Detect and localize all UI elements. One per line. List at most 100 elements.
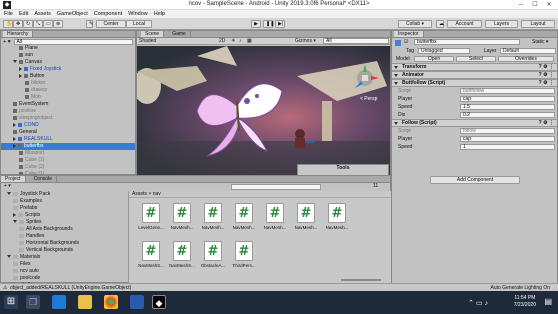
- property-value-field[interactable]: 0.2: [460, 112, 555, 118]
- folder-item[interactable]: Joystick Pack: [1, 191, 128, 198]
- asset-item[interactable]: # ObstacleA...: [199, 241, 227, 279]
- tab-console[interactable]: Console: [29, 176, 57, 182]
- icon-size-slider[interactable]: [341, 279, 381, 281]
- scene-search-input[interactable]: All: [323, 38, 389, 44]
- component-header[interactable]: Transform ? ⚙ ⋮: [392, 63, 557, 71]
- asset-item[interactable]: # NavMesh...: [168, 203, 196, 241]
- asset-item[interactable]: # NavMesh...: [261, 203, 289, 241]
- add-component-button[interactable]: Add Component: [430, 176, 520, 184]
- collapsed-arrow-icon[interactable]: [19, 66, 22, 71]
- inspector-tab[interactable]: Inspector: [394, 31, 424, 37]
- asset-item[interactable]: # NavMeshS...: [137, 241, 165, 279]
- menu-window[interactable]: Window: [128, 10, 148, 18]
- layout-button[interactable]: Layout: [521, 20, 555, 28]
- folder-item[interactable]: Scripts: [1, 212, 128, 219]
- system-tray-icons[interactable]: ⌃ ▭ ♪: [468, 299, 488, 307]
- component-fold-icon[interactable]: [394, 122, 398, 125]
- menu-assets[interactable]: Assets: [34, 10, 51, 18]
- property-value-field[interactable]: 1: [460, 144, 555, 150]
- chrome-icon[interactable]: [104, 295, 118, 309]
- menu-file[interactable]: File: [4, 10, 13, 18]
- menu-component[interactable]: Component: [94, 10, 122, 18]
- folder-item[interactable]: Horizontal Backgrounds: [1, 240, 128, 247]
- project-search-input[interactable]: [231, 184, 321, 190]
- folder-item[interactable]: Sprites: [1, 219, 128, 226]
- asset-item[interactable]: # NavMeshS...: [168, 241, 196, 279]
- component-fold-icon[interactable]: [394, 74, 398, 77]
- static-dropdown[interactable]: Static ▾: [532, 38, 548, 47]
- overrides-button[interactable]: Overrides: [498, 56, 554, 62]
- hand-tool-button[interactable]: ✋: [3, 20, 13, 28]
- asset-item[interactable]: # ThirdPers...: [230, 241, 258, 279]
- menu-gameobject[interactable]: GameObject: [57, 10, 88, 18]
- folder-item[interactable]: Files: [1, 261, 128, 268]
- hierarchy-item[interactable]: Plane: [1, 45, 135, 52]
- tag-dropdown[interactable]: Untagged: [418, 48, 470, 54]
- layers-button[interactable]: Layers: [485, 20, 518, 28]
- rect-tool-button[interactable]: ▭: [43, 20, 53, 28]
- pause-button[interactable]: ❚❚: [263, 20, 274, 28]
- object-name-input[interactable]: butterfbx: [414, 39, 520, 45]
- hierarchy-item[interactable]: positive: [1, 108, 135, 115]
- lighting-toggle-icon[interactable]: ☀: [231, 38, 235, 45]
- collab-button[interactable]: Collab ▾: [398, 20, 432, 28]
- expanded-arrow-icon[interactable]: [13, 60, 17, 64]
- hierarchy-tab[interactable]: Hierarchy: [3, 31, 34, 37]
- folder-arrow-icon[interactable]: [7, 255, 11, 259]
- hierarchy-item[interactable]: General: [1, 129, 135, 136]
- folder-arrow-icon[interactable]: [13, 212, 16, 217]
- hierarchy-item[interactable]: COND: [1, 122, 135, 129]
- component-settings-icon[interactable]: ? ⚙ ⋮: [539, 80, 554, 87]
- component-header[interactable]: Follow (Script) ? ⚙ ⋮: [392, 119, 557, 127]
- play-button[interactable]: ▶: [251, 20, 261, 28]
- folder-arrow-icon[interactable]: [13, 220, 17, 224]
- component-settings-icon[interactable]: ? ⚙ ⋮: [539, 64, 554, 71]
- folder-item[interactable]: All Axis Backgrounds: [1, 226, 128, 233]
- hierarchy-item[interactable]: Cube (2): [1, 164, 135, 171]
- clock[interactable]: 11:54 PM 7/23/2020: [514, 295, 536, 309]
- hierarchy-item[interactable]: Mlasport: [1, 150, 135, 157]
- asset-item[interactable]: # NavMesh...: [292, 203, 320, 241]
- pivot-center-button[interactable]: Center: [96, 20, 126, 28]
- hierarchy-item[interactable]: Button: [1, 73, 135, 80]
- property-value-field[interactable]: cap: [460, 136, 555, 142]
- component-settings-icon[interactable]: ? ⚙ ⋮: [539, 120, 554, 127]
- effects-toggle-icon[interactable]: ▦: [247, 38, 252, 45]
- folder-item[interactable]: Handles: [1, 233, 128, 240]
- component-header[interactable]: Buttfollow (Script) ? ⚙ ⋮: [392, 79, 557, 87]
- folder-item[interactable]: poolcode: [1, 275, 128, 282]
- collapsed-arrow-icon[interactable]: [13, 122, 16, 127]
- hierarchy-item[interactable]: sun: [1, 52, 135, 59]
- maximize-button[interactable]: ☐: [528, 0, 542, 10]
- perspective-label[interactable]: < Persp: [360, 96, 377, 102]
- menu-help[interactable]: Help: [154, 10, 165, 18]
- hierarchy-item[interactable]: butterfbx: [1, 143, 135, 150]
- layer-dropdown[interactable]: Default: [500, 48, 556, 54]
- create-dropdown[interactable]: + ▾: [3, 39, 11, 45]
- folder-item[interactable]: Materials: [1, 254, 128, 261]
- hierarchy-item[interactable]: blicker: [1, 80, 135, 87]
- asset-item[interactable]: # NavMesh...: [323, 203, 351, 241]
- tab-scene[interactable]: Scene: [141, 31, 165, 37]
- component-settings-icon[interactable]: ? ⚙ ⋮: [539, 72, 554, 79]
- component-fold-icon[interactable]: [394, 82, 398, 85]
- folder-item[interactable]: Vertical Backgrounds: [1, 247, 128, 254]
- folder-item[interactable]: Examples: [1, 198, 128, 205]
- file-explorer-icon[interactable]: [78, 295, 92, 309]
- asset-item[interactable]: # NavMesh...: [230, 203, 258, 241]
- scale-tool-button[interactable]: ⤡: [33, 20, 43, 28]
- asset-breadcrumb[interactable]: Assets > nav: [129, 191, 391, 198]
- collapsed-arrow-icon[interactable]: [13, 136, 16, 141]
- hierarchy-item[interactable]: drawcp: [1, 87, 135, 94]
- hierarchy-item[interactable]: Fixed Joystick: [1, 66, 135, 73]
- collapsed-arrow-icon[interactable]: [13, 143, 16, 148]
- gizmos-dropdown[interactable]: Gizmos ▾: [295, 38, 316, 45]
- 2d-toggle[interactable]: 2D: [219, 38, 225, 45]
- tab-project[interactable]: Project: [1, 176, 26, 182]
- property-value-field[interactable]: buttfollow: [460, 88, 555, 94]
- task-view-icon[interactable]: ❐: [26, 295, 40, 309]
- project-create-dropdown[interactable]: + ▾: [4, 183, 11, 190]
- ie-browser-icon[interactable]: [52, 295, 66, 309]
- open-button[interactable]: Open: [414, 56, 454, 62]
- minimize-button[interactable]: ─: [514, 0, 528, 10]
